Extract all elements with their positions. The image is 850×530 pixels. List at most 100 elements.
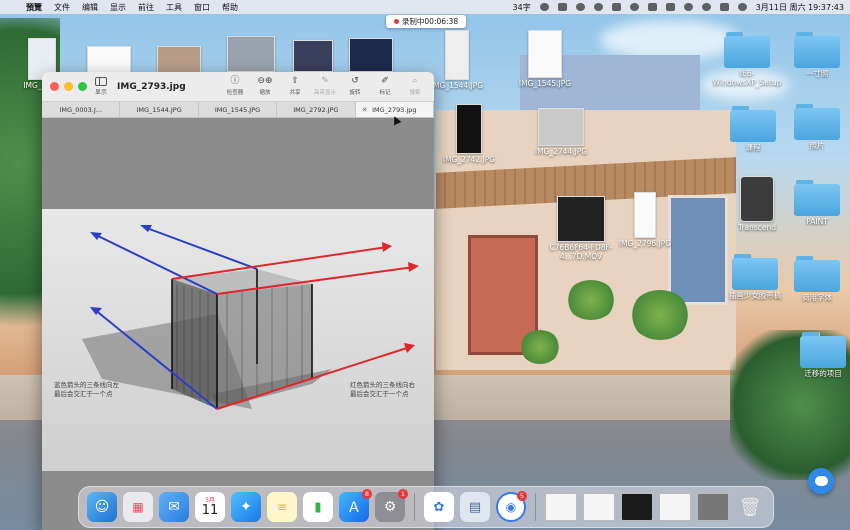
dock-minimized-window[interactable]: [697, 493, 729, 521]
wifi-icon[interactable]: [683, 3, 693, 11]
wechat-icon[interactable]: [611, 3, 621, 11]
spotlight-search-icon[interactable]: [701, 3, 711, 11]
microphone-icon[interactable]: [539, 3, 549, 11]
menu-app-name[interactable]: 預覽: [26, 2, 42, 13]
inspector-button[interactable]: ⓘ 检查器: [224, 76, 246, 96]
tab-img-0003[interactable]: IMG_0003.J...: [42, 102, 121, 117]
folder-label: 迁移的项目: [804, 369, 842, 378]
file-thumbnail: [293, 40, 333, 72]
dock-finder[interactable]: ☺: [87, 492, 117, 522]
sync-icon[interactable]: [593, 3, 603, 11]
desktop-file[interactable]: IMG_1545.JPG: [508, 30, 582, 89]
file-thumbnail: [528, 30, 562, 78]
desktop-file[interactable]: [334, 38, 408, 74]
dock-trash[interactable]: 🗑: [735, 492, 765, 522]
file-label: IMG_1545.JPG: [518, 79, 572, 88]
menu-window[interactable]: 窗口: [194, 2, 210, 13]
menu-tools[interactable]: 工具: [166, 2, 182, 13]
search-icon: ⌕: [412, 76, 418, 86]
markup-button[interactable]: ✐ 标记: [374, 76, 396, 96]
folder-icon: [730, 106, 776, 142]
menu-edit[interactable]: 编辑: [82, 2, 98, 13]
folder-icon: [794, 104, 840, 140]
siri-icon[interactable]: [737, 3, 747, 11]
dock-app-1[interactable]: ✿: [424, 492, 454, 522]
tab-img-1544[interactable]: IMG_1544.JPG: [120, 102, 199, 117]
rotate-button[interactable]: ↺ 旋转: [344, 76, 366, 96]
bluetooth-icon[interactable]: [665, 3, 675, 11]
app-status-icon[interactable]: [575, 3, 585, 11]
desktop-file[interactable]: IMG_2796.JPG: [608, 192, 682, 249]
menu-help[interactable]: 帮助: [222, 2, 238, 13]
dock-safari[interactable]: ✦: [231, 492, 261, 522]
screen-record-icon[interactable]: [557, 3, 567, 11]
zoom-icon: ⊖⊕: [257, 76, 273, 86]
window-titlebar[interactable]: 显示 IMG_2793.jpg ⓘ 检查器 ⊖⊕ 缩放 ⇪ 共享 ✎ 高亮显示 …: [42, 72, 434, 102]
dock-minimized-window[interactable]: [583, 493, 615, 521]
file-label: IMG_2744.JPG: [534, 147, 588, 156]
dock-system-settings[interactable]: ⚙ 1: [375, 489, 408, 522]
tool-label: 缩放: [259, 90, 271, 96]
dock-numbers[interactable]: ▮: [303, 492, 333, 522]
dock-preview[interactable]: ▤: [460, 492, 490, 522]
notes-icon: ≡: [276, 500, 288, 514]
desktop-file[interactable]: IMG_2744.JPG: [524, 108, 598, 157]
dock-app-store[interactable]: Ａ 8: [339, 489, 372, 522]
menu-go[interactable]: 前往: [138, 2, 154, 13]
folder-icon: [794, 256, 840, 292]
desktop-folder[interactable]: 商用字体: [780, 256, 850, 303]
file-thumbnail: [538, 108, 584, 146]
dock-minimized-window[interactable]: [621, 493, 653, 521]
keyboard-icon[interactable]: [647, 3, 657, 11]
app-store-badge: 8: [362, 489, 372, 499]
dock-mail[interactable]: ✉: [159, 492, 189, 522]
cloud-icon[interactable]: [629, 3, 639, 11]
menu-view[interactable]: 显示: [110, 2, 126, 13]
input-count-indicator[interactable]: 34字: [513, 2, 531, 13]
desktop-folder[interactable]: 照片: [780, 104, 850, 151]
control-center-icon[interactable]: [719, 3, 729, 11]
info-icon: ⓘ: [230, 76, 240, 86]
close-button[interactable]: [50, 82, 59, 91]
folder-icon: [800, 332, 846, 368]
tab-img-1545[interactable]: IMG_1545.JPG: [199, 102, 278, 117]
file-thumbnail: [456, 104, 482, 154]
share-button[interactable]: ⇪ 共享: [284, 76, 306, 96]
dock-app-3[interactable]: ◉ 5: [496, 491, 527, 522]
desktop-folder[interactable]: PAINT: [780, 180, 850, 227]
desktop-file[interactable]: IMG_2742.JPG: [432, 104, 506, 165]
dock-launchpad[interactable]: ▦: [123, 492, 153, 522]
dock-minimized-window[interactable]: [545, 493, 577, 521]
tab-img-2792[interactable]: IMG_2792.JPG: [277, 102, 356, 117]
record-dot-icon: [393, 19, 399, 24]
desktop-folder[interactable]: 课程: [716, 106, 790, 153]
desktop-folder[interactable]: 一寸照: [780, 32, 850, 79]
folder-label: Transcend: [737, 223, 777, 232]
folder-label: 商用字体: [802, 293, 832, 302]
tool-label: 检查器: [226, 90, 244, 96]
dock-notes[interactable]: ≡: [267, 492, 297, 522]
clock[interactable]: 3月11日 周六 19:37:43: [756, 2, 844, 13]
dock-separator: [414, 493, 415, 521]
zoom-button[interactable]: [78, 82, 87, 91]
file-thumbnail: [227, 36, 275, 72]
sidebar-label: 显示: [95, 89, 108, 96]
search-button[interactable]: ⌕ 搜索: [404, 76, 426, 96]
dock-calendar[interactable]: 3月 11: [195, 492, 225, 522]
caption-right-line: 红色箭头的三条线向右: [350, 381, 415, 389]
file-thumbnail: [557, 196, 605, 242]
highlight-button[interactable]: ✎ 高亮显示: [314, 76, 336, 96]
sidebar-toggle-button[interactable]: 显示: [95, 77, 107, 96]
dock-minimized-window[interactable]: [659, 493, 691, 521]
menu-file[interactable]: 文件: [54, 2, 70, 13]
desktop-file[interactable]: C76B6F64-FD8F-4...7D.MOV: [544, 196, 618, 261]
close-tab-icon[interactable]: ✕: [362, 106, 368, 114]
recording-indicator[interactable]: 录制中00:06:38: [386, 15, 466, 28]
zoom-tool-button[interactable]: ⊖⊕ 缩放: [254, 76, 276, 96]
chat-button[interactable]: [808, 468, 834, 494]
desktop-folder[interactable]: IE6-WindowsXP_Setup: [710, 32, 784, 87]
image-viewport[interactable]: 蓝色箭头的三条线向左 最后会交汇于一个点 红色箭头的三条线向右 最后会交汇于一个…: [42, 119, 434, 530]
desktop-folder[interactable]: 迁移的项目: [786, 332, 850, 379]
minimize-button[interactable]: [64, 82, 73, 91]
caption-right: 红色箭头的三条线向右 最后会交汇于一个点: [350, 381, 415, 399]
